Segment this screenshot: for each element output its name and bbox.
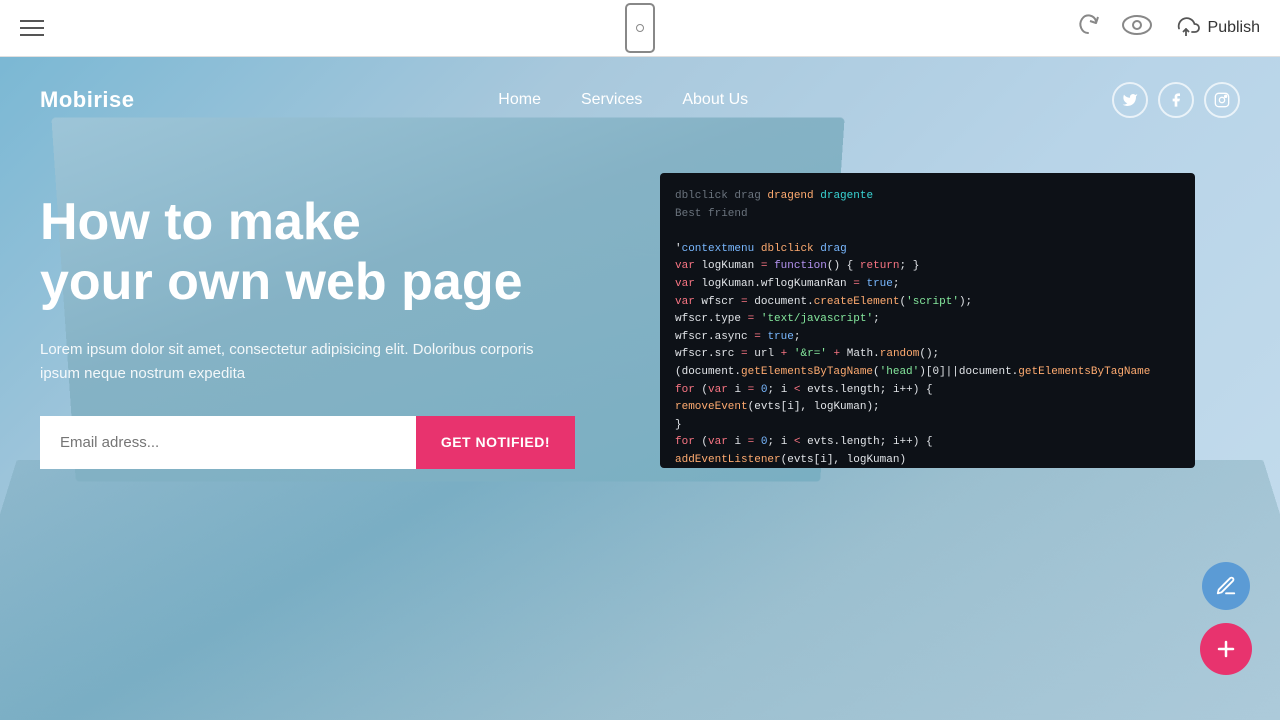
- mobile-preview-icon[interactable]: [625, 3, 655, 53]
- hero-text: How to make your own web page Lorem ipsu…: [40, 173, 640, 469]
- hero-content: How to make your own web page Lorem ipsu…: [0, 143, 1280, 469]
- add-fab-button[interactable]: [1200, 623, 1252, 675]
- laptop-keyboard-decor: [0, 460, 1280, 720]
- facebook-icon[interactable]: [1158, 82, 1194, 118]
- nav-home[interactable]: Home: [498, 91, 541, 109]
- nav-services[interactable]: Services: [581, 91, 642, 109]
- preview-icon[interactable]: [1122, 14, 1152, 42]
- toolbar-left: [20, 20, 44, 36]
- upload-cloud-icon: [1172, 14, 1200, 42]
- toolbar-center: [625, 3, 655, 53]
- email-form: GET NOTIFIED!: [40, 416, 575, 469]
- site-nav-links: Home Services About Us: [498, 91, 748, 109]
- code-content: dblclick drag dragend dragente Best frie…: [660, 173, 1195, 468]
- nav-about[interactable]: About Us: [682, 91, 748, 109]
- hamburger-menu-icon[interactable]: [20, 20, 44, 36]
- edit-fab-button[interactable]: [1202, 562, 1250, 610]
- notify-button[interactable]: GET NOTIFIED!: [416, 416, 575, 469]
- social-icons: [1112, 82, 1240, 118]
- publish-button[interactable]: Publish: [1172, 14, 1260, 42]
- twitter-icon[interactable]: [1112, 82, 1148, 118]
- email-input[interactable]: [40, 416, 416, 469]
- website-preview: Mobirise Home Services About Us: [0, 57, 1280, 720]
- toolbar-right: Publish: [1074, 11, 1260, 45]
- hero-subtitle: Lorem ipsum dolor sit amet, consectetur …: [40, 338, 560, 386]
- toolbar: Publish: [0, 0, 1280, 57]
- instagram-icon[interactable]: [1204, 82, 1240, 118]
- publish-label: Publish: [1208, 19, 1260, 37]
- site-logo: Mobirise: [40, 87, 134, 113]
- code-screenshot: dblclick drag dragend dragente Best frie…: [660, 173, 1195, 468]
- hero-title: How to make your own web page: [40, 193, 640, 313]
- undo-icon[interactable]: [1074, 11, 1102, 45]
- site-navbar: Mobirise Home Services About Us: [0, 57, 1280, 143]
